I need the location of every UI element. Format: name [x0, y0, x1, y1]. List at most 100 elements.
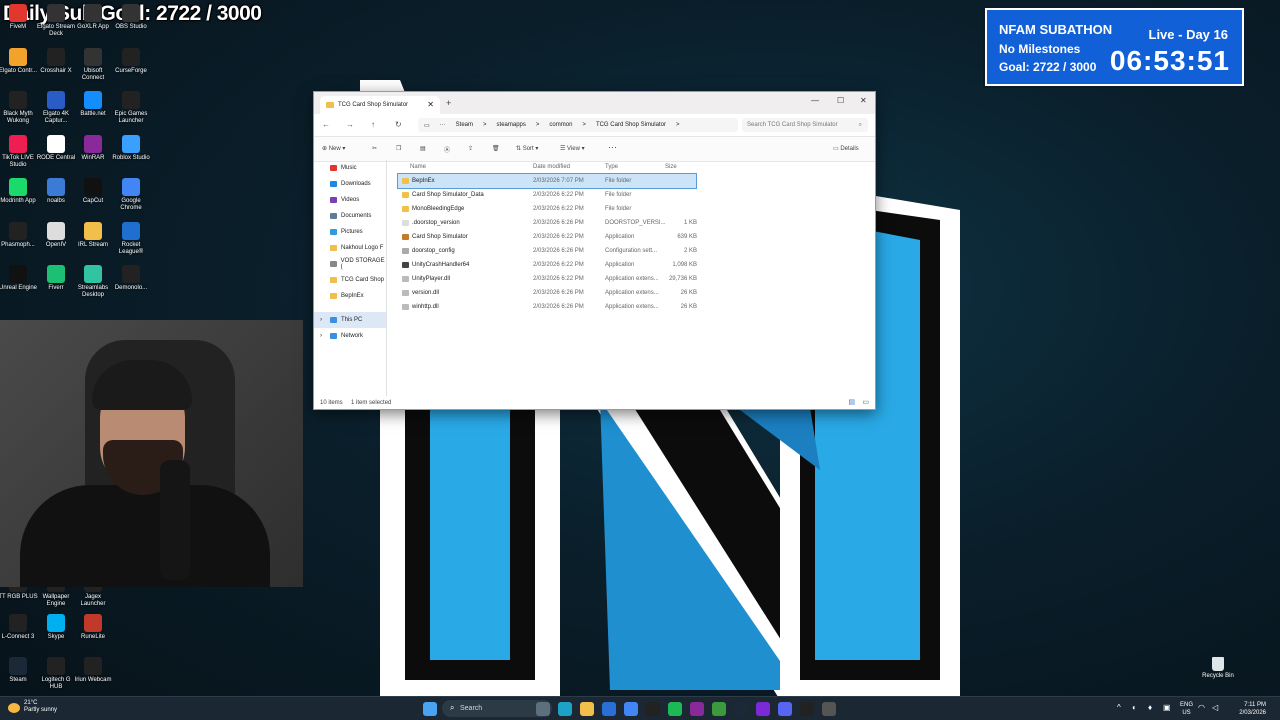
desktop-icon[interactable]: Elgato Stream Deck	[36, 4, 76, 38]
sidebar-item[interactable]: TCG Card Shop	[314, 272, 386, 288]
explorer-tab[interactable]: TCG Card Shop Simulator ✕	[320, 96, 440, 114]
file-explorer-icon[interactable]	[580, 702, 594, 716]
desktop-icon[interactable]: Modrinth App	[0, 178, 38, 205]
desktop-icon[interactable]: WinRAR	[73, 134, 113, 162]
desktop-icon[interactable]: IRL Stream	[73, 221, 113, 249]
app-icon[interactable]	[800, 702, 814, 716]
outlook-icon[interactable]	[602, 702, 616, 716]
col-date[interactable]: Date modified	[533, 164, 570, 170]
sidebar-item[interactable]: BepInEx	[314, 288, 386, 304]
close-tab-icon[interactable]: ✕	[427, 100, 434, 109]
tray-overflow-icon[interactable]: ^	[1117, 703, 1121, 712]
sort-button[interactable]: ⇅ Sort ▾	[516, 145, 538, 152]
system-clock[interactable]: 7:11 PM 2/03/2026	[1239, 701, 1266, 717]
view-button[interactable]: ☰ View ▾	[560, 145, 585, 152]
forward-arrow-icon[interactable]: →	[346, 120, 354, 129]
desktop-icon[interactable]: GoXLR App	[73, 4, 113, 31]
file-row[interactable]: MonoBleedingEdge 2/03/2026 6:22 PM File fo…	[392, 202, 872, 216]
streamlabs-icon[interactable]	[756, 702, 770, 716]
desktop-icon[interactable]: Elgato 4K Captur...	[36, 91, 76, 125]
search-input[interactable]: Search TCG Card Shop Simulator ⌕	[742, 118, 868, 132]
paste-icon[interactable]: ▤	[420, 145, 426, 152]
breadcrumb-steam[interactable]: Steam	[456, 122, 473, 128]
sidebar-item[interactable]: Nakhoul Logo F	[314, 240, 386, 256]
network-item[interactable]: › Network	[314, 328, 386, 344]
weather-widget[interactable]: 21°C Partly sunny	[24, 700, 57, 714]
close-window-button[interactable]: ✕	[860, 96, 867, 105]
desktop-icon[interactable]: Battle.net	[73, 91, 113, 118]
desktop-icon[interactable]: RODE Central	[36, 134, 76, 162]
new-tab-button[interactable]: +	[446, 98, 451, 108]
sidebar-item[interactable]: Videos	[314, 192, 386, 208]
copy-icon[interactable]: ❐	[396, 145, 401, 152]
steam-icon[interactable]	[734, 702, 748, 716]
file-row[interactable]: .doorstop_version 2/03/2026 6:26 PM DOORST…	[392, 216, 872, 230]
desktop-icon[interactable]: Epic Games Launcher	[111, 91, 151, 125]
desktop-icon[interactable]: Crosshair X	[36, 47, 76, 75]
share-icon[interactable]: ⇪	[468, 145, 473, 152]
sidebar-item[interactable]: VOD STORAGE (	[314, 256, 386, 272]
rename-icon[interactable]: Ⓐ	[444, 145, 450, 154]
breadcrumb-common[interactable]: common	[549, 122, 572, 128]
desktop-icon[interactable]: CapCut	[73, 178, 113, 205]
minimize-button[interactable]: —	[811, 96, 819, 105]
breadcrumb-game-folder[interactable]: TCG Card Shop Simulator	[596, 122, 666, 128]
language-indicator[interactable]: ENG US	[1180, 701, 1193, 717]
desktop-icon[interactable]: Google Chrome	[111, 178, 151, 212]
col-type[interactable]: Type	[605, 164, 618, 170]
file-row[interactable]: UnityCrashHandler64 2/03/2026 6:22 PM Appl…	[392, 258, 872, 272]
desktop-icon[interactable]: TikTok LIVE Studio	[0, 134, 38, 169]
microphone-tray-icon[interactable]: ♦	[1148, 703, 1152, 712]
more-options-button[interactable]: ···	[608, 142, 617, 152]
desktop-icon[interactable]: OpenIV	[36, 221, 76, 249]
back-arrow-icon[interactable]: ←	[322, 120, 330, 129]
sidebar-item[interactable]: Documents	[314, 208, 386, 224]
tiktok-icon[interactable]	[646, 702, 660, 716]
delete-icon[interactable]: 🗑	[492, 145, 500, 152]
refresh-icon[interactable]: ↻	[395, 120, 402, 129]
file-row[interactable]: BepInEx 2/03/2026 7:07 PM File folder	[397, 173, 697, 189]
col-name[interactable]: Name	[410, 164, 426, 170]
tray-app-icon[interactable]: ◐	[1132, 703, 1137, 712]
file-row[interactable]: winhttp.dll 2/03/2026 6:26 PM Application …	[392, 300, 872, 314]
desktop-icon[interactable]: Black Myth Wukong	[0, 91, 38, 125]
details-view-icon[interactable]: ▤	[848, 398, 855, 406]
desktop-icon[interactable]: Demonolo...	[111, 265, 151, 292]
desktop-icon[interactable]: Logitech G HUB	[36, 657, 76, 691]
app-icon[interactable]	[822, 702, 836, 716]
file-row[interactable]: Card Shop Simulator 2/03/2026 6:22 PM Appl…	[392, 230, 872, 244]
details-pane-button[interactable]: ▭ Details	[833, 145, 859, 152]
up-arrow-icon[interactable]: ↑	[371, 120, 375, 129]
app-icon[interactable]	[690, 702, 704, 716]
desktop-icon[interactable]: Iriun Webcam	[73, 657, 113, 684]
new-button[interactable]: ⊕ New ▾	[322, 145, 345, 152]
sidebar-item[interactable]: Music	[314, 160, 386, 176]
file-row[interactable]: version.dll 2/03/2026 6:26 PM Application …	[392, 286, 872, 300]
desktop-icon[interactable]: Roblox Studio	[111, 134, 151, 162]
desktop-icon[interactable]: Rocket League®	[111, 221, 151, 256]
maximize-button[interactable]: ☐	[837, 96, 844, 105]
desktop-icon[interactable]: L-Connect 3	[0, 614, 38, 641]
minecraft-icon[interactable]	[712, 702, 726, 716]
windows-start-icon[interactable]	[423, 702, 437, 716]
desktop-icon[interactable]: Fiverr	[36, 265, 76, 292]
tray-icon[interactable]: ▣	[1163, 703, 1171, 712]
desktop-icon[interactable]: noalbs	[36, 178, 76, 205]
chevron-right-icon[interactable]: ›	[320, 317, 322, 323]
desktop-icon[interactable]: Steam	[0, 657, 38, 684]
desktop-icon[interactable]: FiveM	[0, 4, 38, 31]
chevron-right-icon[interactable]: ›	[320, 333, 322, 339]
desktop-icon[interactable]: Unreal Engine	[0, 265, 38, 292]
chrome-icon[interactable]	[624, 702, 638, 716]
breadcrumb-overflow[interactable]: ···	[440, 122, 446, 128]
desktop-icon[interactable]: OBS Studio	[111, 4, 151, 31]
breadcrumb[interactable]: ▭ ··· Steam > steamapps > common > TCG C…	[418, 118, 738, 132]
desktop-icon[interactable]: Phasmoph...	[0, 221, 38, 249]
desktop-icon[interactable]: Streamlabs Desktop	[73, 265, 113, 299]
cut-icon[interactable]: ✂	[372, 145, 377, 152]
file-row[interactable]: doorstop_config 2/03/2026 6:26 PM Configur…	[392, 244, 872, 258]
file-row[interactable]: Card Shop Simulator_Data 2/03/2026 6:22 P…	[392, 188, 872, 202]
spotify-icon[interactable]	[668, 702, 682, 716]
breadcrumb-steamapps[interactable]: steamapps	[497, 122, 526, 128]
file-row[interactable]: UnityPlayer.dll 2/03/2026 6:22 PM Applicat…	[392, 272, 872, 286]
